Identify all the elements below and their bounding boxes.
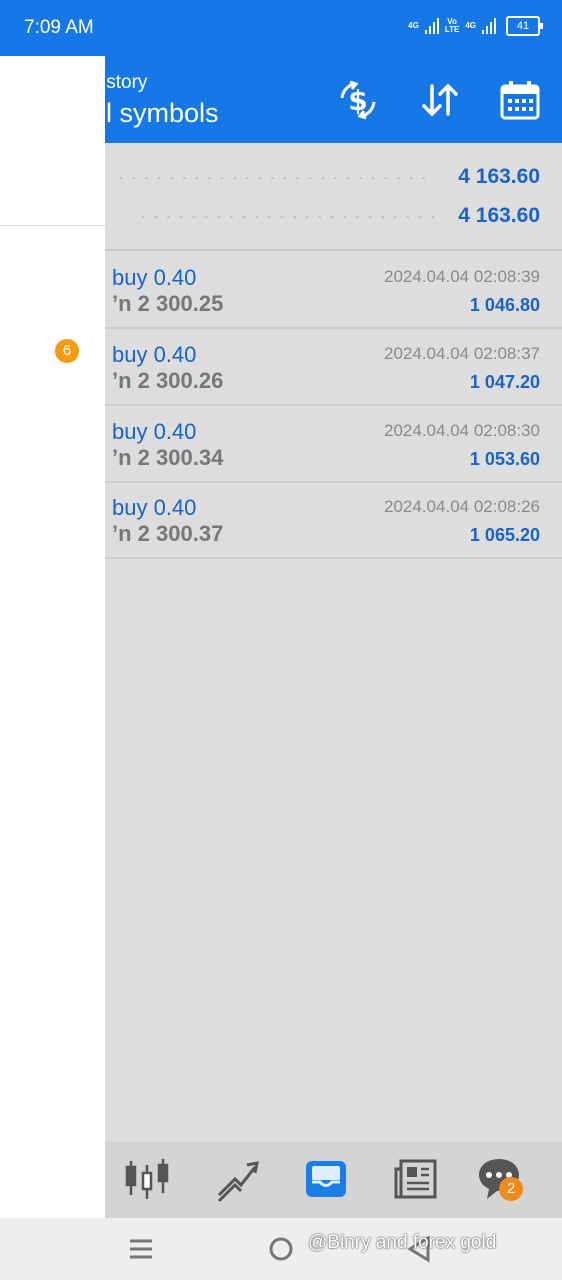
dotted-leader — [115, 177, 435, 179]
toolbar-title[interactable]: ll symbols — [100, 98, 219, 129]
deal-price: ’n 2 300.37 — [112, 521, 224, 546]
signal1-label: 4G — [408, 21, 419, 30]
summary-row: 4 163.60 — [105, 202, 562, 232]
status-bar: 7:09 AM 4G Vo LTE 4G 41 — [0, 0, 562, 56]
home-icon[interactable] — [266, 1234, 296, 1264]
calendar-icon[interactable] — [498, 78, 542, 122]
trade-inbox-icon[interactable] — [302, 1155, 350, 1203]
deal-row[interactable]: buy 0.40 ’n 2 300.25 2024.04.04 02:08:39… — [105, 251, 562, 329]
deal-price: ’n 2 300.34 — [112, 445, 224, 470]
deal-profit: 1 053.60 — [469, 449, 540, 469]
chart-icon[interactable] — [213, 1155, 261, 1203]
summary-value: 4 163.60 — [458, 204, 540, 227]
volte-icon: Vo LTE — [445, 18, 460, 34]
chat-badge: 2 — [499, 1177, 523, 1201]
signal-bars-icon — [482, 18, 496, 34]
summary-row: 4 163.60 — [105, 163, 562, 193]
status-icons: 4G Vo LTE 4G 41 — [408, 16, 543, 36]
currency-swap-icon[interactable]: $ — [336, 78, 380, 122]
dotted-leader — [137, 216, 435, 218]
news-icon[interactable] — [393, 1155, 441, 1203]
signal-bars-icon — [424, 18, 439, 34]
sort-icon[interactable] — [418, 78, 462, 122]
deal-date: 2024.04.04 02:08:37 — [384, 344, 540, 363]
deal-row[interactable]: buy 0.40 ’n 2 300.34 2024.04.04 02:08:30… — [105, 405, 562, 483]
status-time: 7:09 AM — [24, 17, 94, 38]
deal-date: 2024.04.04 02:08:30 — [384, 421, 540, 440]
bottom-tab-bar: 2 — [105, 1141, 562, 1218]
watermark-text: @Binry and forex gold — [308, 1232, 497, 1253]
quotes-icon[interactable] — [123, 1155, 171, 1203]
toolbar-subtitle: istory — [102, 72, 148, 93]
deal-profit: 1 065.20 — [469, 525, 540, 545]
deal-row[interactable]: buy 0.40 ’n 2 300.26 2024.04.04 02:08:37… — [105, 328, 562, 406]
deal-price: ’n 2 300.25 — [112, 291, 224, 316]
deal-action: buy 0.40 — [112, 342, 197, 367]
summary-panel: 4 163.60 4 163.60 — [105, 143, 562, 251]
navigation-drawer[interactable]: 6 — [0, 56, 105, 1218]
signal2-label: 4G — [465, 21, 476, 30]
deal-price: ’n 2 300.26 — [112, 368, 224, 393]
deal-action: buy 0.40 — [112, 265, 197, 290]
deal-action: buy 0.40 — [112, 419, 197, 444]
deal-date: 2024.04.04 02:08:26 — [384, 497, 540, 516]
volte-bottom-label: LTE — [444, 25, 460, 34]
deal-action: buy 0.40 — [112, 495, 197, 520]
drawer-badge: 6 — [55, 339, 79, 363]
deal-profit: 1 047.20 — [469, 372, 540, 392]
system-nav-bar: @Binry and forex gold — [0, 1218, 562, 1280]
summary-value: 4 163.60 — [458, 165, 540, 188]
deal-profit: 1 046.80 — [469, 295, 540, 315]
drawer-divider — [0, 225, 105, 226]
recent-apps-icon[interactable] — [126, 1234, 156, 1264]
deal-date: 2024.04.04 02:08:39 — [384, 267, 540, 286]
battery-icon: 41 — [506, 16, 543, 36]
deal-row[interactable]: buy 0.40 ’n 2 300.37 2024.04.04 02:08:26… — [105, 481, 562, 559]
